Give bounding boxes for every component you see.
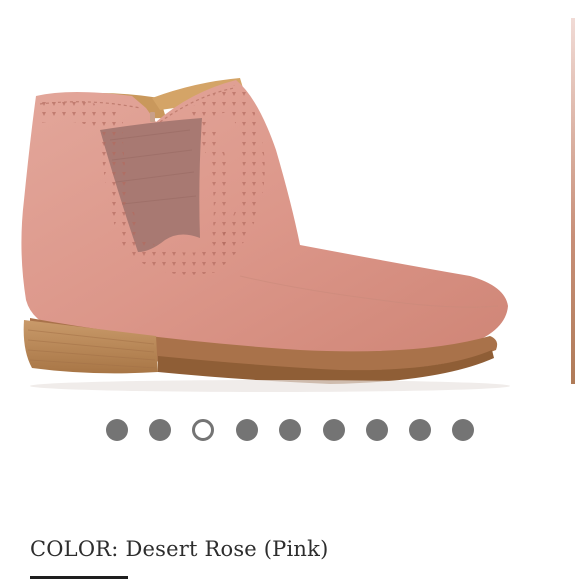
carousel-dot-4[interactable] [236, 419, 258, 441]
carousel-dot-5[interactable] [279, 419, 301, 441]
carousel-dot-7[interactable] [366, 419, 388, 441]
color-underline [30, 576, 128, 579]
carousel-dot-8[interactable] [409, 419, 431, 441]
product-gallery: COLOR: Desert Rose (Pink) [0, 0, 580, 580]
carousel-pagination [0, 419, 580, 443]
carousel-dot-6[interactable] [323, 419, 345, 441]
next-slide-peek[interactable] [571, 18, 575, 384]
color-label: COLOR: [30, 537, 119, 561]
carousel-dot-1[interactable] [106, 419, 128, 441]
color-selection-text: COLOR: Desert Rose (Pink) [30, 537, 328, 561]
carousel-dot-9[interactable] [452, 419, 474, 441]
product-image-boot[interactable] [0, 0, 580, 400]
color-value: Desert Rose (Pink) [125, 537, 329, 561]
carousel-dot-3-active[interactable] [192, 419, 214, 441]
carousel-dot-2[interactable] [149, 419, 171, 441]
